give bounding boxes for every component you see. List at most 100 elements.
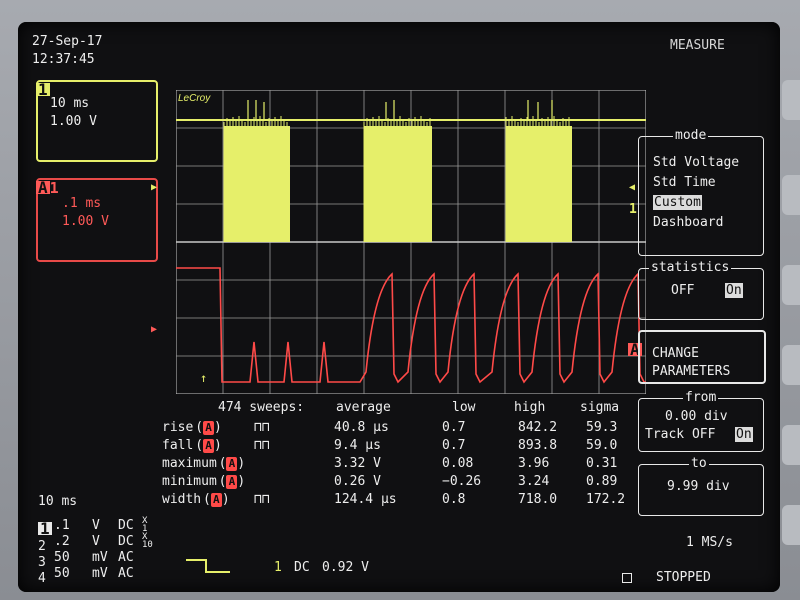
time-label: 12:37:45 [32, 52, 95, 67]
measurement-source-wrap: (A) [195, 438, 222, 453]
measurement-source-wrap: (A) [203, 492, 230, 507]
measurement-source-badge: A [226, 456, 238, 471]
measurement-average: 0.26 V [334, 474, 381, 489]
measurement-pulse-icon: ⊓⊓ [254, 438, 270, 453]
mode-panel[interactable]: mode Std Voltage Std Time Custom Dashboa… [638, 128, 764, 256]
statistics-off-option[interactable]: OFF [671, 283, 694, 299]
measurement-average: 9.4 µs [334, 438, 381, 453]
measurement-source-wrap: (A) [218, 474, 246, 489]
from-value: 0.00 div [665, 409, 728, 424]
menu-title: MEASURE [670, 38, 725, 53]
channel-volts: .2 [54, 534, 70, 549]
traceA-timebase: .1 ms [62, 196, 102, 211]
measurement-low: −0.26 [442, 474, 482, 489]
measurement-sigma: 59.3 [586, 420, 618, 435]
measurement-low: 0.08 [442, 456, 474, 471]
channel-unit: V [92, 534, 100, 549]
channel-unit: mV [92, 550, 108, 565]
bezel-softkey-2[interactable] [782, 175, 800, 215]
acquisition-status: STOPPED [656, 570, 711, 585]
measurement-high: 842.2 [518, 420, 558, 435]
trigger-edge-icon [186, 559, 230, 573]
mode-option-custom[interactable]: Custom [653, 195, 702, 210]
oscilloscope-screen: 27-Sep-17 12:37:45 MEASURE 1 10 ms 1.00 … [18, 22, 780, 592]
measurement-source-badge: A [203, 420, 215, 435]
channel-volts: 50 [54, 550, 70, 565]
to-panel[interactable]: to 9.99 div [638, 456, 764, 516]
measurement-pulse-icon: ⊓⊓ [254, 420, 270, 435]
measurement-sigma: 0.89 [586, 474, 618, 489]
header-sigma: sigma [580, 400, 620, 415]
trace1-volts: 1.00 V [50, 114, 97, 129]
measurement-high: 3.96 [518, 456, 550, 471]
measurement-name: minimum [162, 474, 217, 489]
date-label: 27-Sep-17 [32, 34, 103, 49]
trace1-number-badge: 1 [36, 80, 50, 99]
channel-volts: .1 [54, 518, 70, 533]
trace1-timebase: 10 ms [50, 96, 90, 111]
bezel-softkey-3[interactable] [782, 265, 800, 305]
trace1-right-number: 1 [629, 202, 637, 217]
traceA-letter-badge: A [36, 178, 50, 197]
statistics-panel[interactable]: statistics OFF On [638, 260, 764, 320]
mode-panel-title: mode [673, 128, 709, 144]
header-average: average [336, 400, 391, 415]
measurement-high: 3.24 [518, 474, 550, 489]
measurement-low: 0.7 [442, 438, 466, 453]
trace1-info-box[interactable]: 1 10 ms 1.00 V [36, 80, 158, 162]
mode-option-std-time[interactable]: Std Time [653, 175, 716, 191]
trigger-coupling: DC [294, 560, 310, 575]
measurement-source-badge: A [210, 492, 222, 507]
measurement-source-badge: A [226, 474, 238, 489]
measurement-average: 3.32 V [334, 456, 381, 471]
stop-icon [622, 573, 632, 583]
header-low: low [452, 400, 476, 415]
measurement-high: 893.8 [518, 438, 558, 453]
measurement-average: 40.8 µs [334, 420, 389, 435]
change-parameters-line2: PARAMETERS [652, 364, 731, 379]
from-panel[interactable]: from 0.00 div Track OFF On [638, 390, 764, 452]
channel-probe-factor: 10 [142, 540, 153, 550]
waveform-display[interactable]: LeCroy [176, 90, 646, 394]
measurement-pulse-icon: ⊓⊓ [254, 492, 270, 507]
measurement-sigma: 59.0 [586, 438, 618, 453]
statistics-panel-title: statistics [649, 260, 732, 276]
channel-coupling: AC [118, 566, 134, 581]
traceA-info-box[interactable]: A1 .1 ms 1.00 V [36, 178, 158, 262]
trigger-channel: 1 [274, 560, 282, 575]
channel-unit: V [92, 518, 100, 533]
channel-volts: 50 [54, 566, 70, 581]
measurement-low: 0.8 [442, 492, 466, 507]
channel-number-badge: 4 [38, 571, 46, 586]
measurement-sigma: 0.31 [586, 456, 618, 471]
measurement-low: 0.7 [442, 420, 466, 435]
channel-unit: mV [92, 566, 108, 581]
track-on-option[interactable]: On [735, 427, 753, 442]
track-off-option[interactable]: Track OFF [645, 427, 715, 443]
measurement-sigma: 172.2 [586, 492, 626, 507]
brand-logo: LeCroy [178, 93, 211, 104]
measurement-source-wrap: (A) [218, 456, 246, 471]
mode-option-dashboard[interactable]: Dashboard [653, 215, 723, 231]
traceA-number: 1 [49, 179, 59, 197]
bezel-softkey-6[interactable] [782, 505, 800, 545]
statistics-on-option[interactable]: On [725, 283, 743, 298]
measurement-source-wrap: (A) [195, 420, 222, 435]
change-parameters-line1: CHANGE [652, 346, 699, 361]
mode-option-std-voltage[interactable]: Std Voltage [653, 155, 739, 171]
measurement-name: width [162, 492, 202, 507]
measurement-high: 718.0 [518, 492, 558, 507]
measurement-name: maximum [162, 456, 217, 471]
channel-coupling: DC [118, 534, 134, 549]
measurement-source-badge: A [203, 438, 215, 453]
measurement-average: 124.4 µs [334, 492, 397, 507]
bezel-softkey-4[interactable] [782, 345, 800, 385]
sweeps-label: 474 sweeps: [218, 400, 305, 415]
bezel-softkey-5[interactable] [782, 425, 800, 465]
trigger-level: 0.92 V [322, 560, 369, 575]
trace1-level-marker-right: ◀ [629, 182, 636, 193]
header-high: high [514, 400, 546, 415]
bezel-softkey-1[interactable] [782, 80, 800, 120]
change-parameters-button[interactable]: CHANGE PARAMETERS [638, 330, 766, 384]
from-panel-title: from [683, 390, 719, 406]
